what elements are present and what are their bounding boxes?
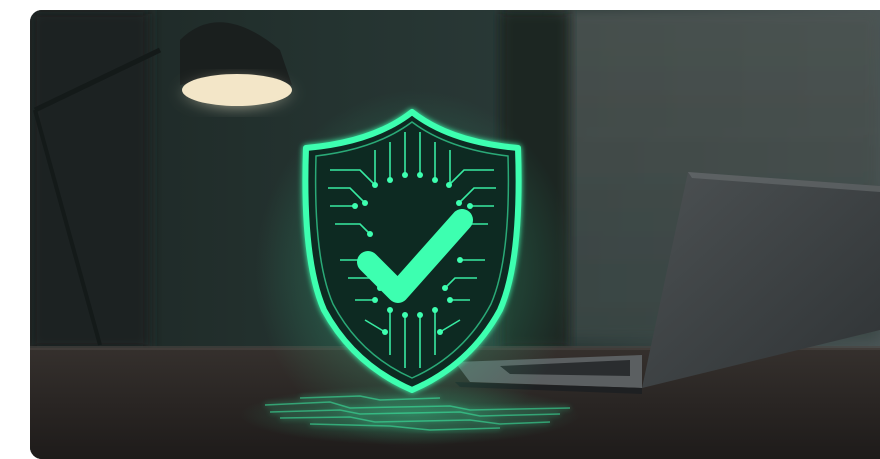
security-shield-illustration xyxy=(30,10,880,459)
hero-image xyxy=(30,10,880,459)
